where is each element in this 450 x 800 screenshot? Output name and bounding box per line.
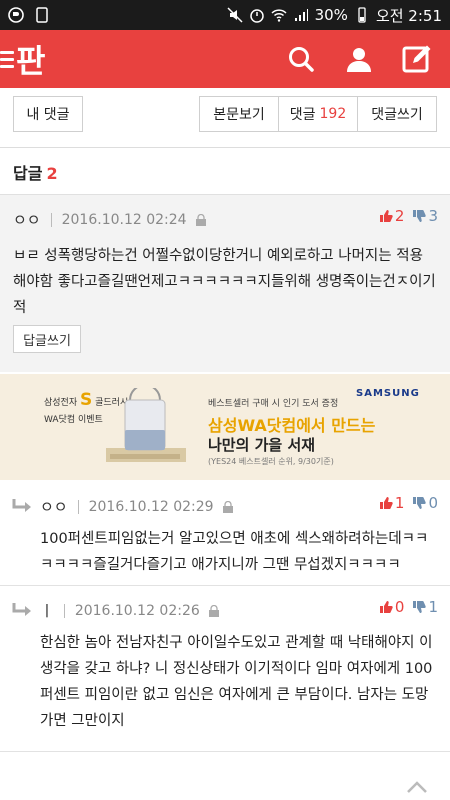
write-button[interactable] [398, 40, 436, 78]
thumbs-up-icon [379, 497, 393, 509]
downvote-button[interactable]: 0 [412, 494, 438, 512]
reply-text: 100퍼센트피임없는거 알고있으면 애초에 섹스왜하려하는데ㅋㅋㅋㅋㅋㅋ즐길거다… [40, 531, 429, 573]
app-header: 판 [0, 30, 450, 88]
my-comments-button[interactable]: 내 댓글 [13, 96, 83, 132]
logo-text: 판 [16, 42, 45, 80]
reply-date: 2016.10.12 02:29 [88, 498, 214, 515]
downvote-count: 1 [428, 598, 438, 616]
reply-button-label: 답글쓰기 [23, 333, 71, 349]
thumbs-up-icon [379, 601, 393, 613]
reply-arrow-icon [12, 499, 31, 512]
parent-comment: ㅇㅇ 2016.10.12 02:24 2 3 ㅂㄹ 성폭행당하는건 어쩔수없이… [0, 194, 450, 372]
speaker-product-image [106, 388, 186, 462]
ad-footnote: (YES24 베스트셀러 순위, 9/30기준) [208, 457, 334, 466]
replies-count: 2 [46, 164, 58, 183]
view-post-button[interactable]: 본문보기 [199, 96, 279, 132]
search-button[interactable] [282, 40, 320, 78]
reply-author[interactable]: ㅣ [40, 600, 54, 621]
comment-nav-bar: 내 댓글 본문보기 댓글 192 댓글쓰기 [0, 88, 450, 148]
my-comments-label: 내 댓글 [26, 107, 70, 123]
reply-item: ㅇㅇ 2016.10.12 02:29 1 0 100퍼센트피임없는거 알고있으… [0, 482, 450, 586]
profile-button[interactable] [340, 40, 378, 78]
downvote-button[interactable]: 3 [412, 207, 438, 225]
mute-icon [227, 7, 243, 23]
comment-author[interactable]: ㅇㅇ [13, 209, 41, 230]
upvote-count: 2 [394, 207, 405, 225]
upvote-button[interactable]: 1 [379, 494, 405, 512]
upvote-count: 1 [394, 494, 405, 512]
thumbs-down-icon [413, 497, 427, 509]
divider [63, 603, 65, 618]
upvote-count: 0 [394, 598, 405, 616]
write-comment-label: 댓글쓰기 [371, 107, 423, 123]
view-post-label: 본문보기 [213, 107, 265, 123]
samsung-logo: SAMSUNG [356, 388, 420, 399]
report-icon[interactable] [195, 213, 207, 226]
clock: 오전 2:51 [375, 6, 442, 25]
downvote-button[interactable]: 1 [412, 598, 438, 616]
search-icon [289, 47, 314, 72]
screenshot-icon [36, 7, 48, 23]
downvote-count: 3 [428, 207, 438, 225]
replies-heading: 답글 2 [13, 160, 58, 184]
ad-brand-small: 삼성전자 [44, 398, 78, 408]
comments-tab[interactable]: 댓글 192 [278, 96, 358, 132]
divider [77, 499, 79, 514]
report-icon[interactable] [222, 500, 234, 513]
reply-button[interactable]: 답글쓰기 [13, 325, 81, 353]
write-icon [402, 45, 431, 73]
ad-line-1: 베스트셀러 구매 시 인기 도서 증정 [208, 399, 339, 409]
menu-icon[interactable] [0, 50, 14, 68]
app-notification-icon [8, 7, 24, 23]
ad-headline: 삼성WA닷컴에서 만드는 [208, 416, 376, 435]
comments-tab-label: 댓글 [289, 107, 316, 123]
home-logo[interactable]: 판 [0, 30, 45, 88]
battery-icon [358, 7, 366, 23]
thumbs-down-icon [413, 210, 427, 222]
alarm-icon [249, 9, 264, 23]
divider [50, 212, 52, 227]
upvote-button[interactable]: 0 [379, 598, 405, 616]
ad-banner[interactable]: 삼성전자 S 골드러시 WA닷컴 이벤트 SAMSUNG 베스트셀러 구매 시 … [0, 374, 450, 480]
ad-subheadline: 나만의 가을 서재 [208, 436, 316, 454]
reply-arrow-icon [12, 603, 31, 616]
comment-date: 2016.10.12 02:24 [61, 211, 187, 228]
status-bar: 30% 오전 2:51 [0, 0, 450, 30]
wifi-icon [271, 9, 287, 22]
reply-text: 한심한 놈아 전남자친구 아이일수도있고 관계할 때 낙태해야지 이생각을 갖고… [40, 635, 433, 729]
upvote-button[interactable]: 2 [379, 207, 405, 225]
thumbs-up-icon [379, 210, 393, 222]
comments-count: 192 [319, 106, 347, 122]
write-comment-button[interactable]: 댓글쓰기 [357, 96, 437, 132]
reply-author[interactable]: ㅇㅇ [40, 496, 68, 517]
reply-item: ㅣ 2016.10.12 02:26 0 1 한심한 놈아 전남자친구 아이일수… [0, 586, 450, 752]
battery-percent: 30% [314, 6, 348, 24]
profile-icon [347, 48, 371, 72]
reply-date: 2016.10.12 02:26 [74, 602, 200, 619]
ad-brand-sub: WA닷컴 이벤트 [44, 415, 103, 425]
comment-text: ㅂㄹ 성폭행당하는건 어쩔수없이당한거니 예외로하고 나머지는 적용해야함 좋다… [13, 248, 436, 316]
scroll-top-icon[interactable] [406, 780, 428, 794]
report-icon[interactable] [208, 604, 220, 617]
thumbs-down-icon [413, 601, 427, 613]
replies-label: 답글 [13, 164, 43, 183]
signal-icon [294, 9, 308, 21]
downvote-count: 0 [428, 494, 438, 512]
